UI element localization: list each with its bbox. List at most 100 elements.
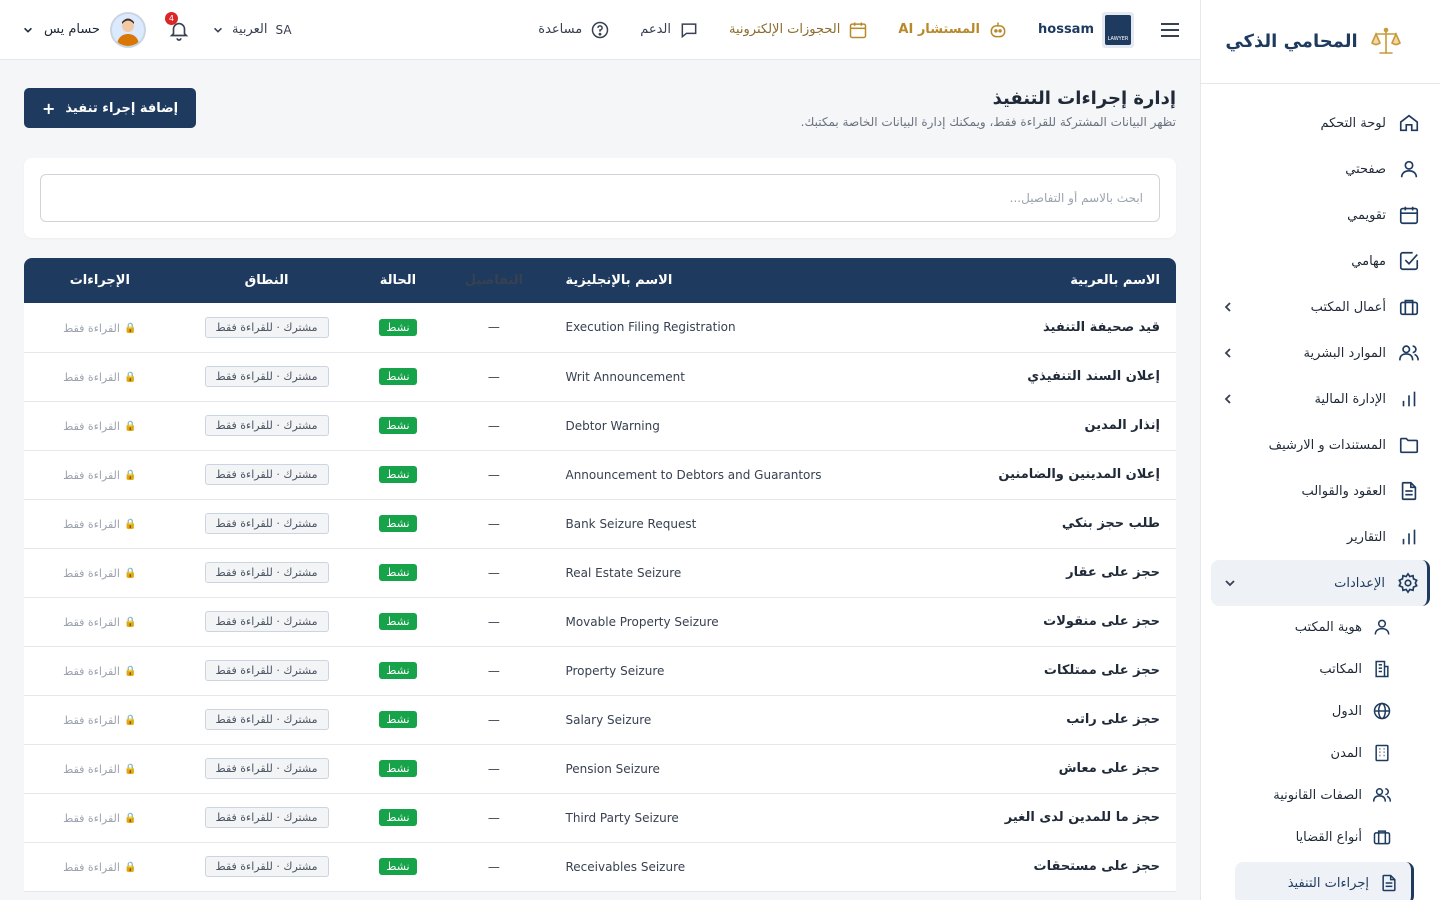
read-only-label: القراءة فقط xyxy=(63,567,120,580)
notifications-button[interactable]: 4 xyxy=(164,11,190,41)
col-header-name-en[interactable]: الاسم بالإنجليزية xyxy=(549,258,913,303)
cell-actions: 🔒 القراءة فقط xyxy=(24,842,176,891)
table-row[interactable]: إعلان المدينين والضامنين Announcement to … xyxy=(24,450,1176,499)
sidebar-subitem-label: أنواع القضايا xyxy=(1295,829,1362,845)
cell-actions: 🔒 القراءة فقط xyxy=(24,352,176,401)
sidebar-subitem-legal-capacities[interactable]: الصفات القانونية xyxy=(1201,774,1430,816)
sidebar-item-dashboard[interactable]: لوحة التحكم xyxy=(1201,100,1440,146)
sidebar-item-calendar[interactable]: تقويمي xyxy=(1201,192,1440,238)
scales-icon xyxy=(1370,27,1401,54)
col-header-details[interactable]: التفاصيل xyxy=(438,258,549,303)
table-row[interactable]: طلب حجز بنكي Bank Seizure Request — نشط مشتر… xyxy=(24,499,1176,548)
col-header-status[interactable]: الحالة xyxy=(358,258,439,303)
read-only-label: القراءة فقط xyxy=(63,420,120,433)
sidebar-subitem-cities[interactable]: المدن xyxy=(1201,732,1430,774)
add-execution-procedure-button[interactable]: إضافة إجراء تنفيذ + xyxy=(24,88,197,128)
table-row[interactable]: حجز على منقولات Movable Property Seizure —… xyxy=(24,597,1176,646)
cell-scope: مشترك · للقراءة فقط xyxy=(176,695,358,744)
scope-badge: مشترك · للقراءة فقط xyxy=(204,660,329,681)
page-header: إدارة إجراءات التنفيذ تظهر البيانات المش… xyxy=(24,60,1176,158)
top-header: LAWYER hossam المستشار AI الحجوزات الإلك… xyxy=(0,0,1200,60)
cell-name-ar: حجز على منقولات xyxy=(1043,614,1160,629)
cell-name-en: Writ Announcement xyxy=(549,352,913,401)
status-badge: نشط xyxy=(379,613,417,630)
lock-icon: 🔒 xyxy=(123,421,137,432)
sidebar-item-office-work[interactable]: أعمال المكتب xyxy=(1201,284,1440,330)
read-only-label: القراءة فقط xyxy=(63,714,120,727)
e-bookings-link[interactable]: الحجوزات الإلكترونية xyxy=(729,20,868,40)
app-logo[interactable]: المحامي الذكي xyxy=(1201,0,1440,84)
col-header-name-en-label: الاسم بالإنجليزية xyxy=(565,273,673,288)
cell-name-en-text: Third Party Seizure xyxy=(565,810,679,825)
status-badge: نشط xyxy=(379,662,417,679)
sidebar: المحامي الذكي لوحة التحكم صفحتي تقويمي م… xyxy=(1200,0,1440,900)
home-icon xyxy=(1399,114,1419,132)
cell-name-ar: حجز على راتب xyxy=(1066,712,1160,727)
lock-icon: 🔒 xyxy=(123,617,137,628)
read-only-label: القراءة فقط xyxy=(63,861,120,874)
help-link[interactable]: مساعدة xyxy=(538,20,610,40)
badge-text: LAWYER xyxy=(1107,35,1129,42)
table-row[interactable]: حجز ما للمدين لدى الغير Third Party Seizu… xyxy=(24,793,1176,842)
cell-actions: 🔒 القراءة فقط xyxy=(24,597,176,646)
sidebar-item-label: صفحتي xyxy=(1345,161,1386,177)
table-row[interactable]: حجز على عقار Real Estate Seizure — نشط مشترك… xyxy=(24,548,1176,597)
cell-status: نشط xyxy=(358,499,439,548)
status-badge: نشط xyxy=(379,711,417,728)
table-row[interactable]: إنذار المدين Debtor Warning — نشط مشترك · لل… xyxy=(24,401,1176,450)
scope-badge: مشترك · للقراءة فقط xyxy=(204,415,329,436)
scope-badge: مشترك · للقراءة فقط xyxy=(204,709,329,730)
support-link[interactable]: الدعم xyxy=(640,20,699,40)
cell-name-en-text: Writ Announcement xyxy=(565,369,685,384)
cell-name-en-text: Execution Filing Registration xyxy=(565,320,736,335)
lock-icon: 🔒 xyxy=(123,568,137,579)
sidebar-item-tasks[interactable]: مهامي xyxy=(1201,238,1440,284)
scope-badge: مشترك · للقراءة فقط xyxy=(204,366,329,387)
lock-icon: 🔒 xyxy=(123,519,137,530)
table-row[interactable]: إعلان السند التنفيذي Writ Announcement — نش… xyxy=(24,352,1176,401)
scope-badge: مشترك · للقراءة فقط xyxy=(204,856,329,877)
cell-details: — xyxy=(487,859,500,874)
cell-actions: 🔒 القراءة فقط xyxy=(24,303,176,352)
bar-chart-icon xyxy=(1402,391,1416,407)
sidebar-subitem-office-identity[interactable]: هوية المكتب xyxy=(1201,606,1430,648)
bar-chart-icon xyxy=(1402,529,1416,545)
chevron-down-icon xyxy=(213,27,222,33)
col-header-name-ar[interactable]: الاسم بالعربية xyxy=(913,258,1176,303)
cell-scope: مشترك · للقراءة فقط xyxy=(176,401,358,450)
office-brand[interactable]: LAWYER hossam xyxy=(1038,11,1134,48)
hamburger-menu-icon[interactable] xyxy=(1158,18,1182,42)
col-header-scope[interactable]: النطاق xyxy=(176,258,358,303)
sidebar-subitem-case-types[interactable]: أنواع القضايا xyxy=(1201,816,1430,858)
users-icon xyxy=(1399,345,1419,361)
sidebar-subitem-execution-procedures[interactable]: إجراءات التنفيذ xyxy=(1235,862,1414,900)
cell-name-en: Property Seizure xyxy=(549,646,913,695)
sidebar-item-finance[interactable]: الإدارة المالية xyxy=(1201,376,1440,422)
sidebar-subitem-offices[interactable]: المكاتب xyxy=(1201,648,1430,690)
table-row[interactable]: قيد صحيفة التنفيذ Execution Filing Regist… xyxy=(24,303,1176,352)
sidebar-item-profile[interactable]: صفحتي xyxy=(1201,146,1440,192)
sidebar-item-hr[interactable]: الموارد البشرية xyxy=(1201,330,1440,376)
status-badge: نشط xyxy=(379,809,417,826)
cell-actions: 🔒 القراءة فقط xyxy=(24,401,176,450)
cell-scope: مشترك · للقراءة فقط xyxy=(176,352,358,401)
sidebar-item-settings[interactable]: الإعدادات xyxy=(1211,560,1430,606)
search-card xyxy=(24,158,1176,238)
sidebar-item-reports[interactable]: التقارير xyxy=(1201,514,1440,560)
sidebar-item-documents[interactable]: المستندات و الارشيف xyxy=(1201,422,1440,468)
cell-name-ar: حجز ما للمدين لدى الغير xyxy=(1004,810,1160,825)
ai-advisor-link[interactable]: المستشار AI xyxy=(898,20,1008,40)
cell-status: نشط xyxy=(358,695,439,744)
language-selector[interactable]: SA العربية xyxy=(212,22,292,37)
sidebar-item-label: التقارير xyxy=(1346,529,1386,545)
table-row[interactable]: حجز على ممتلكات Property Seizure — نشط مشترك… xyxy=(24,646,1176,695)
table-row[interactable]: حجز على معاش Pension Seizure — نشط مشترك · ل… xyxy=(24,744,1176,793)
table-row[interactable]: حجز على مستحقات Receivables Seizure — نشط مش… xyxy=(24,842,1176,891)
user-menu[interactable]: حسام يس xyxy=(22,11,146,48)
search-input[interactable] xyxy=(40,174,1160,222)
lock-icon: 🔒 xyxy=(123,813,137,824)
sidebar-item-contracts[interactable]: العقود والقوالب xyxy=(1201,468,1440,514)
sidebar-subitem-countries[interactable]: الدول xyxy=(1201,690,1430,732)
read-only-indicator: 🔒 القراءة فقط xyxy=(63,861,136,874)
table-row[interactable]: حجز على راتب Salary Seizure — نشط مشترك · لل… xyxy=(24,695,1176,744)
